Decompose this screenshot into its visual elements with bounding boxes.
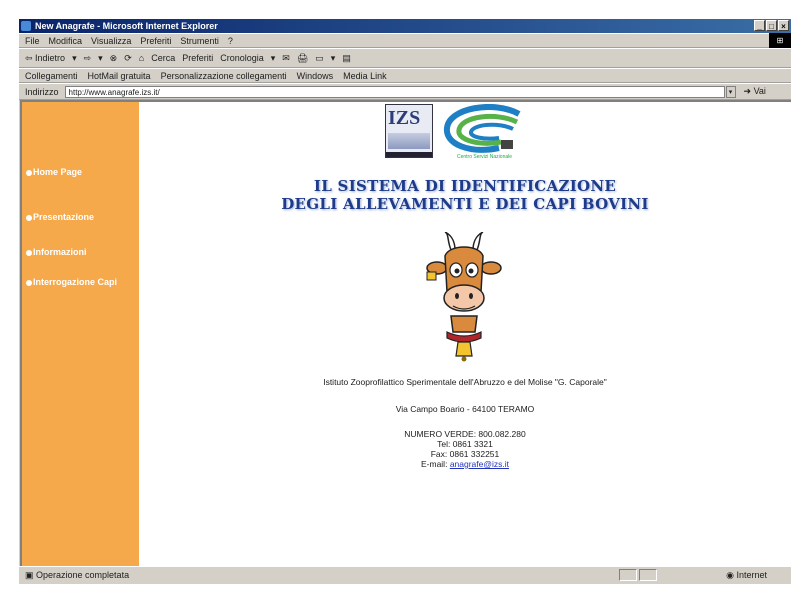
forward-button[interactable]: ⇨ <box>84 53 92 64</box>
back-dropdown-icon[interactable]: ▾ <box>72 53 77 64</box>
search-button[interactable]: Cerca <box>151 53 175 63</box>
sidebar-item-informazioni[interactable]: Informazioni <box>26 247 87 257</box>
sidebar-item-home[interactable]: Home Page <box>26 167 82 177</box>
toolbar: ⇦ Indietro ▾ ⇨ ▾ ⊗ ⟳ ⌂ Cerca Preferiti C… <box>19 48 791 68</box>
fax: Fax: 0861 332251 <box>430 449 500 459</box>
sidebar-item-label: Informazioni <box>33 247 87 257</box>
link-hotmail[interactable]: HotMail gratuita <box>88 71 151 81</box>
edit-dropdown-icon[interactable]: ▾ <box>331 53 336 64</box>
forward-dropdown-icon[interactable]: ▾ <box>98 53 103 64</box>
address-bar: Indirizzo http://www.anagrafe.izs.it/ ▾ … <box>19 83 791 100</box>
stop-icon[interactable]: ⊗ <box>110 53 118 64</box>
refresh-icon[interactable]: ⟳ <box>124 53 132 64</box>
menu-help[interactable]: ? <box>228 36 233 46</box>
status-message: Operazione completata <box>36 570 130 580</box>
window-controls: _ □ × <box>754 20 789 31</box>
status-text: ▣ Operazione completata <box>25 570 130 580</box>
svg-text:Centro Servizi Nazionale: Centro Servizi Nazionale <box>457 154 512 160</box>
centro-servizi-logo: Centro Servizi Nazionale <box>443 104 521 160</box>
favorites-button[interactable]: Preferiti <box>182 53 213 63</box>
institute-address: Via Campo Boario - 64100 TERAMO <box>395 404 535 414</box>
links-label: Collegamenti <box>25 70 78 81</box>
status-bar: ▣ Operazione completata ◉ Internet <box>19 566 791 584</box>
edit-icon[interactable]: ▭ <box>315 53 324 64</box>
status-cell <box>639 569 657 581</box>
address-dropdown-icon[interactable]: ▾ <box>725 85 736 98</box>
email-line: E-mail: anagrafe@izs.it <box>139 459 791 469</box>
go-button[interactable]: ➜ Vai <box>744 86 766 97</box>
page-content: Home Page Presentazione Informazioni Int… <box>20 100 791 567</box>
back-button[interactable]: ⇦ Indietro <box>25 53 65 64</box>
zone-label: Internet <box>736 570 767 580</box>
status-cell <box>619 569 637 581</box>
history-dropdown-icon[interactable]: ▾ <box>271 53 276 64</box>
sidebar-item-presentazione[interactable]: Presentazione <box>26 212 94 222</box>
email-link[interactable]: anagrafe@izs.it <box>450 459 509 469</box>
browser-window: New Anagrafe - Microsoft Internet Explor… <box>18 18 791 584</box>
bullet-icon <box>26 279 32 286</box>
izs-logo-text: IZS <box>388 107 421 129</box>
link-windows[interactable]: Windows <box>297 71 334 81</box>
headline-line-2: DEGLI ALLEVAMENTI E DEI CAPI BOVINI <box>281 195 649 213</box>
address-label: Indirizzo <box>25 86 59 97</box>
headline-line-1: IL SISTEMA DI IDENTIFICAZIONE <box>313 177 617 195</box>
title-bar[interactable]: New Anagrafe - Microsoft Internet Explor… <box>19 19 791 33</box>
sidebar: Home Page Presentazione Informazioni Int… <box>22 102 139 567</box>
bullet-icon <box>26 169 32 176</box>
internet-zone: ◉ Internet <box>726 570 767 580</box>
sidebar-item-label: Home Page <box>33 167 83 177</box>
email-label: E-mail: <box>420 459 448 469</box>
menu-preferiti[interactable]: Preferiti <box>140 36 171 46</box>
menu-file[interactable]: File <box>25 36 40 46</box>
history-button[interactable]: Cronologia <box>220 53 264 63</box>
numero-verde: NUMERO VERDE: 800.082.280 <box>404 429 526 439</box>
print-icon[interactable]: 🖨 <box>297 53 308 64</box>
telephone: Tel: 0861 3321 <box>437 439 493 449</box>
discuss-icon[interactable]: ▤ <box>342 53 351 64</box>
sidebar-item-interrogazione[interactable]: Interrogazione Capi <box>26 277 134 287</box>
sidebar-item-label: Presentazione <box>33 212 95 222</box>
address-input[interactable]: http://www.anagrafe.izs.it/ <box>64 85 725 98</box>
close-button[interactable]: × <box>778 20 789 31</box>
maximize-button[interactable]: □ <box>766 20 777 31</box>
minimize-button[interactable]: _ <box>754 20 765 31</box>
window-title: New Anagrafe - Microsoft Internet Explor… <box>35 21 218 31</box>
menu-visualizza[interactable]: Visualizza <box>91 36 131 46</box>
cow-mascot-image <box>426 232 502 362</box>
institute-name: Istituto Zooprofilattico Sperimentale de… <box>323 377 607 387</box>
izs-logo: IZS <box>385 104 433 158</box>
links-bar: Collegamenti HotMail gratuita Personaliz… <box>19 68 791 83</box>
link-media[interactable]: Media Link <box>343 71 387 81</box>
bullet-icon <box>26 249 32 256</box>
menu-strumenti[interactable]: Strumenti <box>180 36 219 46</box>
menu-bar: File Modifica Visualizza Preferiti Strum… <box>19 33 791 48</box>
bullet-icon <box>26 214 32 221</box>
mail-icon[interactable]: ✉ <box>282 53 290 64</box>
ie-icon <box>21 21 31 31</box>
main-area: IZS Centro Servizi Nazionale IL SISTEMA … <box>139 102 791 567</box>
windows-logo-icon: ⊞ <box>769 33 791 48</box>
menu-modifica[interactable]: Modifica <box>49 36 83 46</box>
home-icon[interactable]: ⌂ <box>139 53 144 63</box>
go-label: Vai <box>753 86 766 96</box>
link-personalize[interactable]: Personalizzazione collegamenti <box>161 71 287 81</box>
logos: IZS Centro Servizi Nazionale <box>385 104 531 160</box>
sidebar-item-label: Interrogazione Capi <box>33 277 118 287</box>
